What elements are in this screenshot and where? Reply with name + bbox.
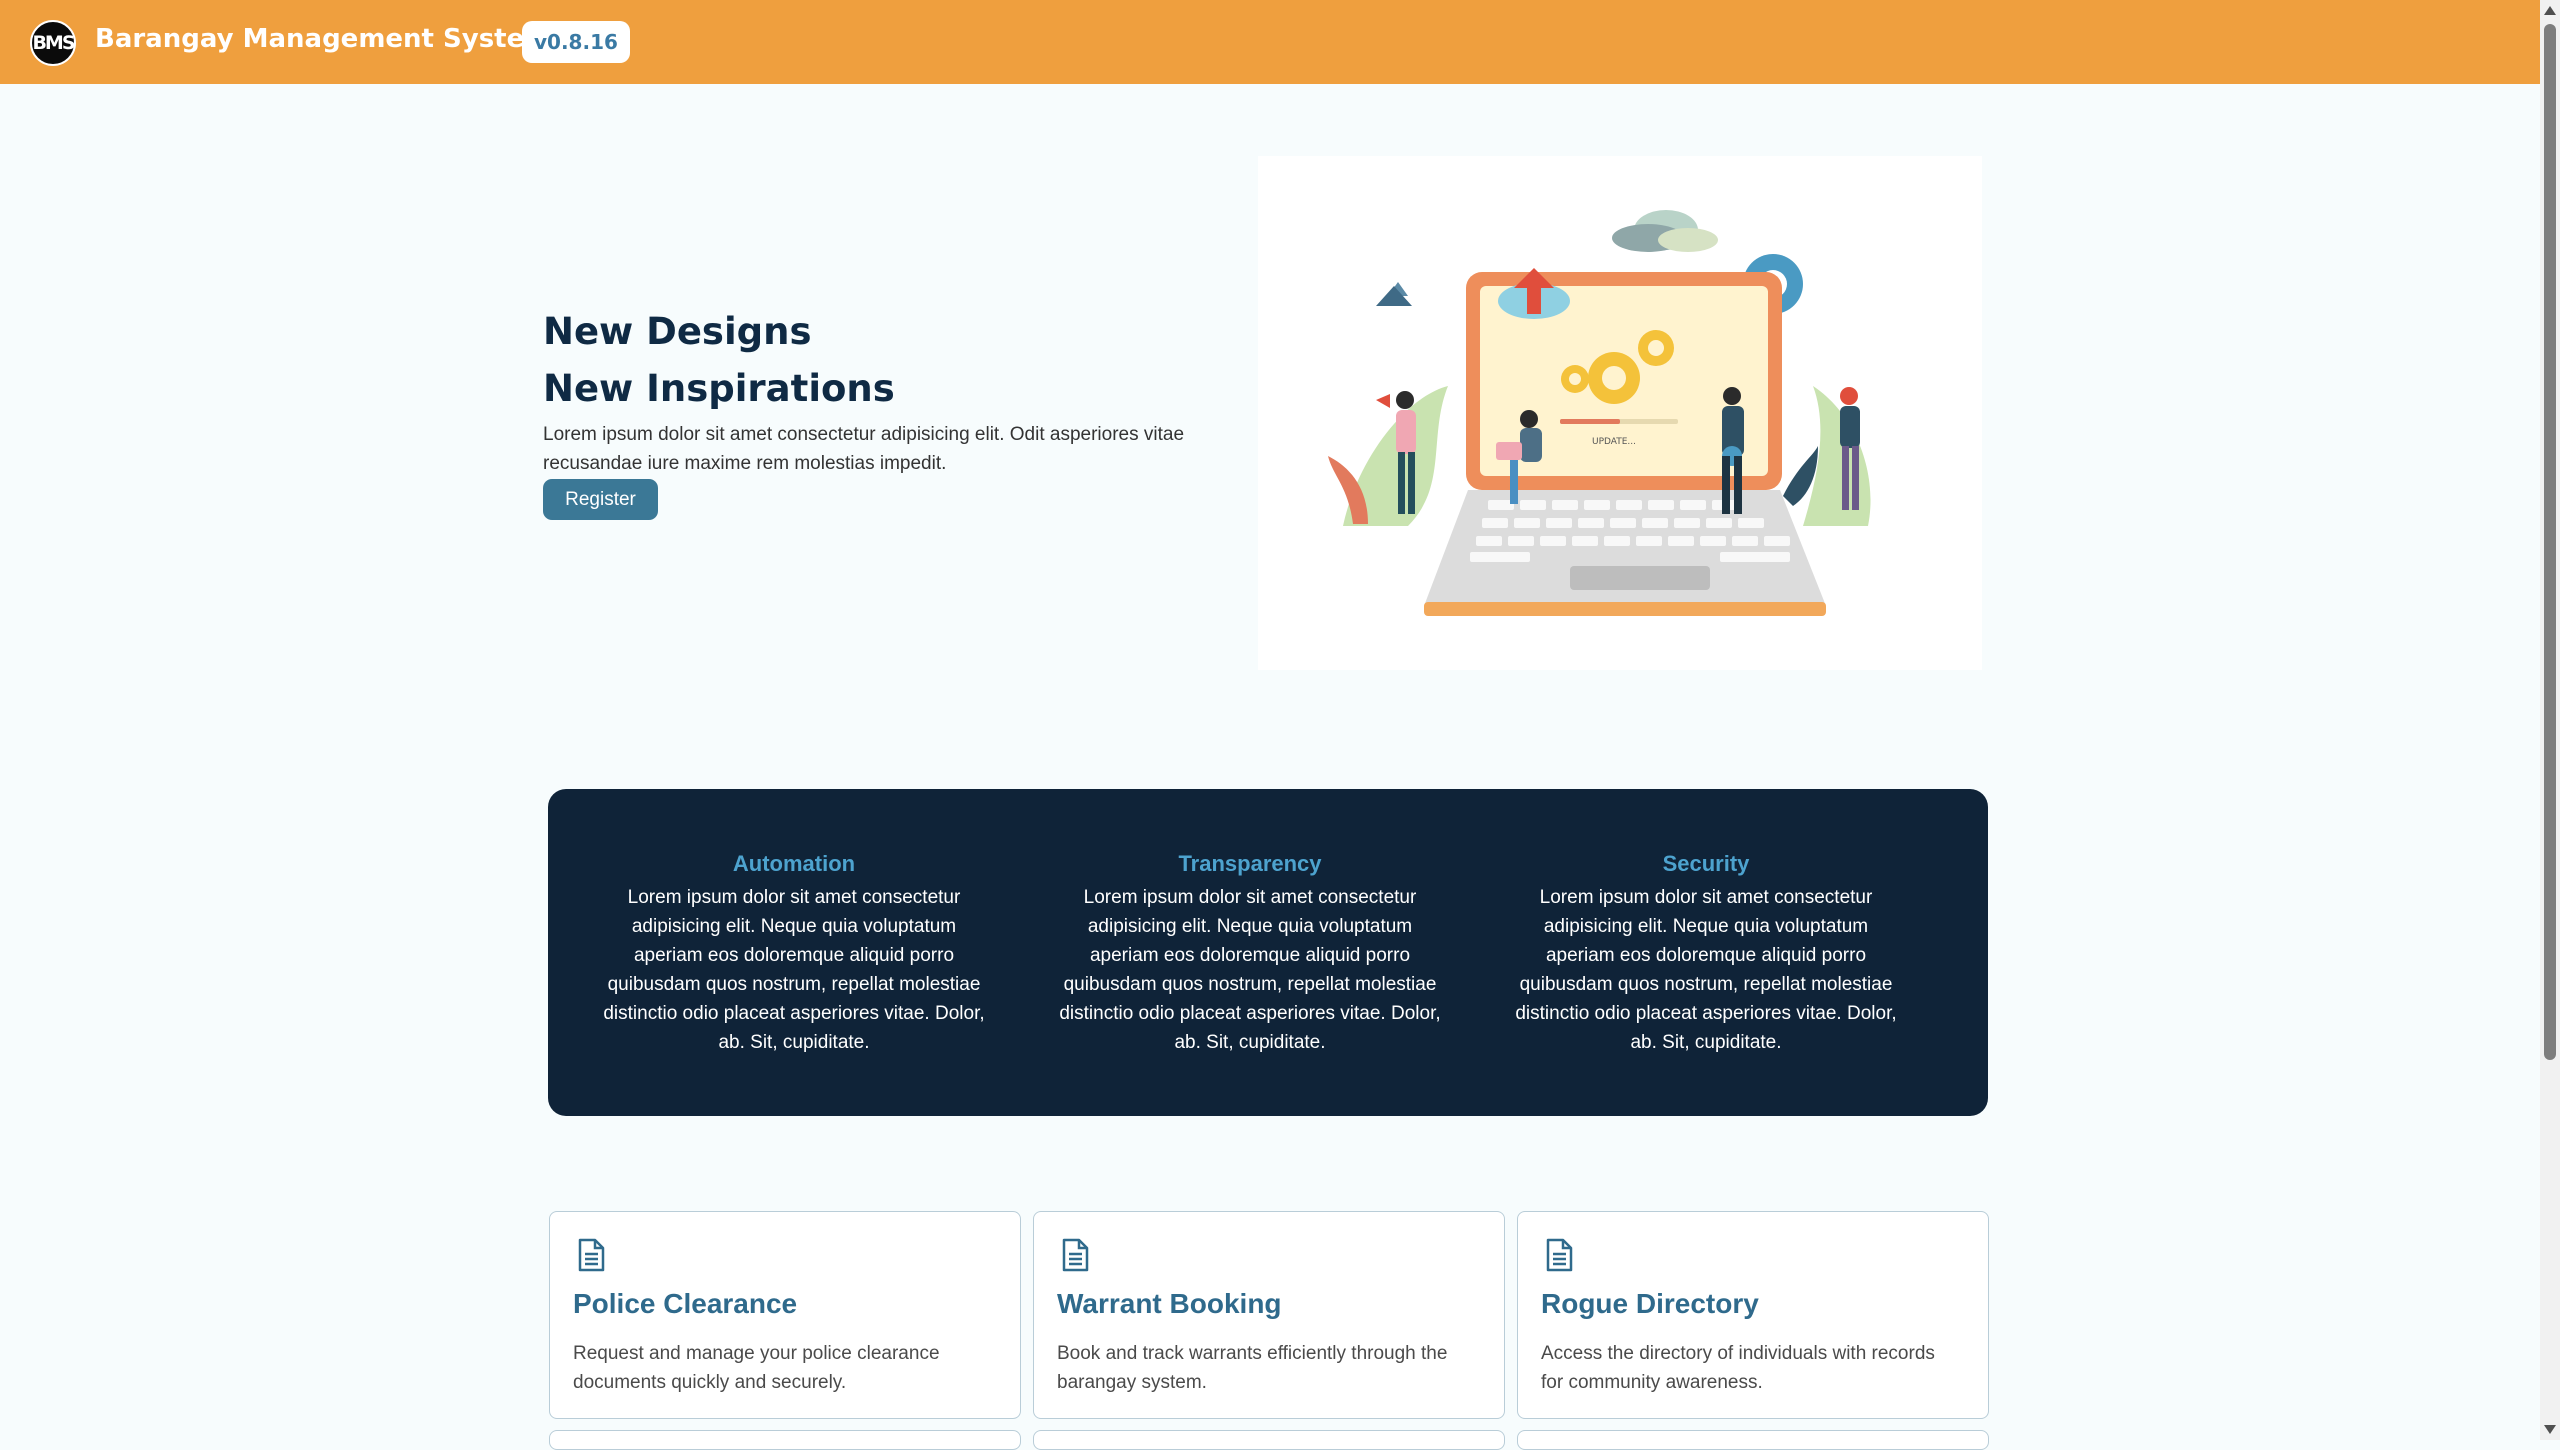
document-icon xyxy=(1544,1238,1574,1277)
card-description: Access the directory of individuals with… xyxy=(1541,1343,1935,1393)
feature-text: Lorem ipsum dolor sit amet consectetur a… xyxy=(603,887,985,1053)
card-rogue-directory[interactable]: Rogue Directory Access the directory of … xyxy=(1517,1211,1989,1419)
feature-security: Security Lorem ipsum dolor sit amet cons… xyxy=(1496,851,1916,1057)
scroll-thumb[interactable] xyxy=(2544,24,2556,1060)
card-warrant-booking[interactable]: Warrant Booking Book and track warrants … xyxy=(1033,1211,1505,1419)
cloud-icon xyxy=(1612,210,1718,252)
page-scrollbar[interactable] xyxy=(2540,0,2560,1440)
feature-transparency: Transparency Lorem ipsum dolor sit amet … xyxy=(1040,851,1460,1057)
features-section: Automation Lorem ipsum dolor sit amet co… xyxy=(548,789,1988,1116)
hero-title-line1: New Designs xyxy=(543,310,812,353)
feature-automation: Automation Lorem ipsum dolor sit amet co… xyxy=(584,851,1004,1057)
illustration-update-text: UPDATE... xyxy=(1592,437,1636,447)
feature-text: Lorem ipsum dolor sit amet consectetur a… xyxy=(1059,887,1441,1053)
feature-title: Automation xyxy=(732,851,856,876)
feature-title: Transparency xyxy=(1178,851,1322,876)
card-police-clearance[interactable]: Police Clearance Request and manage your… xyxy=(549,1211,1021,1419)
card-description: Request and manage your police clearance… xyxy=(573,1343,940,1393)
top-bar: BMS Barangay Management System App v0.8.… xyxy=(0,0,2540,84)
scroll-down-arrow-icon[interactable] xyxy=(2544,1425,2556,1434)
feature-text: Lorem ipsum dolor sit amet consectetur a… xyxy=(1515,887,1897,1053)
card-partial[interactable] xyxy=(1517,1430,1989,1450)
scroll-up-arrow-icon[interactable] xyxy=(2544,6,2556,15)
version-badge: v0.8.16 xyxy=(522,21,630,63)
hero-title-line2: New Inspirations xyxy=(543,367,895,410)
hero-illustration: UPDATE... xyxy=(1258,156,1982,670)
card-description: Book and track warrants efficiently thro… xyxy=(1057,1343,1448,1393)
card-title[interactable]: Rogue Directory xyxy=(1541,1288,1759,1320)
register-button[interactable]: Register xyxy=(543,479,658,520)
card-partial[interactable] xyxy=(1033,1430,1505,1450)
document-icon xyxy=(576,1238,606,1277)
card-title[interactable]: Police Clearance xyxy=(573,1288,797,1320)
document-icon xyxy=(1060,1238,1090,1277)
app-logo[interactable]: BMS xyxy=(30,20,76,66)
feature-title: Security xyxy=(1662,851,1750,876)
card-title[interactable]: Warrant Booking xyxy=(1057,1288,1282,1320)
card-partial[interactable] xyxy=(549,1430,1021,1450)
hero-description: Lorem ipsum dolor sit amet consectetur a… xyxy=(543,424,1185,474)
